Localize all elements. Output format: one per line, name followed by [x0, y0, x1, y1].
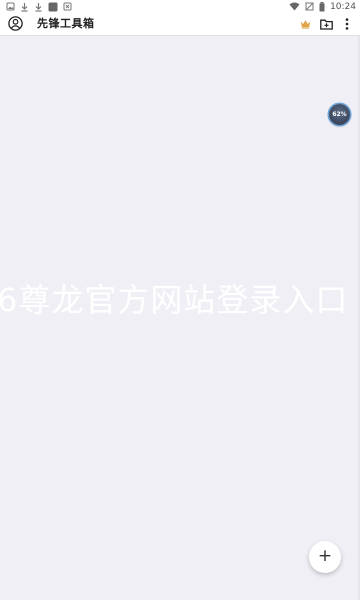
plus-icon: +: [317, 546, 333, 566]
status-bar: 10:24: [0, 0, 360, 13]
memory-usage-text: 62%: [332, 111, 347, 118]
account-icon: [8, 16, 23, 31]
add-folder-button[interactable]: [319, 17, 333, 31]
app-title: 先锋工具箱: [37, 17, 95, 30]
battery-icon: [319, 1, 325, 12]
no-signal-icon: [305, 2, 314, 11]
app-square-icon: [48, 2, 58, 11]
crown-icon: [300, 20, 310, 29]
more-menu-button[interactable]: [340, 17, 354, 31]
download-icon: [21, 2, 28, 12]
more-vertical-icon: [345, 18, 349, 30]
download-icon: [35, 2, 42, 12]
vip-button[interactable]: [298, 17, 312, 31]
status-right-icons: 10:24: [289, 0, 356, 13]
watermark-text: 6尊龙官方网站登录入口: [0, 281, 349, 319]
app-bar-actions: [298, 17, 354, 31]
add-button[interactable]: +: [309, 541, 341, 573]
sim-card-icon: [63, 2, 72, 11]
status-time: 10:24: [330, 1, 356, 12]
memory-usage-badge[interactable]: 62%: [329, 104, 350, 125]
status-left-icons: [6, 1, 72, 12]
gallery-icon: [6, 2, 15, 11]
folder-icon: [319, 19, 333, 30]
account-button[interactable]: [8, 16, 23, 31]
app-bar: 先锋工具箱: [0, 13, 360, 36]
app-screen: 10:24 先锋工具箱 62% 6尊龙官方网站登录入口 +: [0, 0, 360, 600]
wifi-icon: [289, 2, 300, 11]
